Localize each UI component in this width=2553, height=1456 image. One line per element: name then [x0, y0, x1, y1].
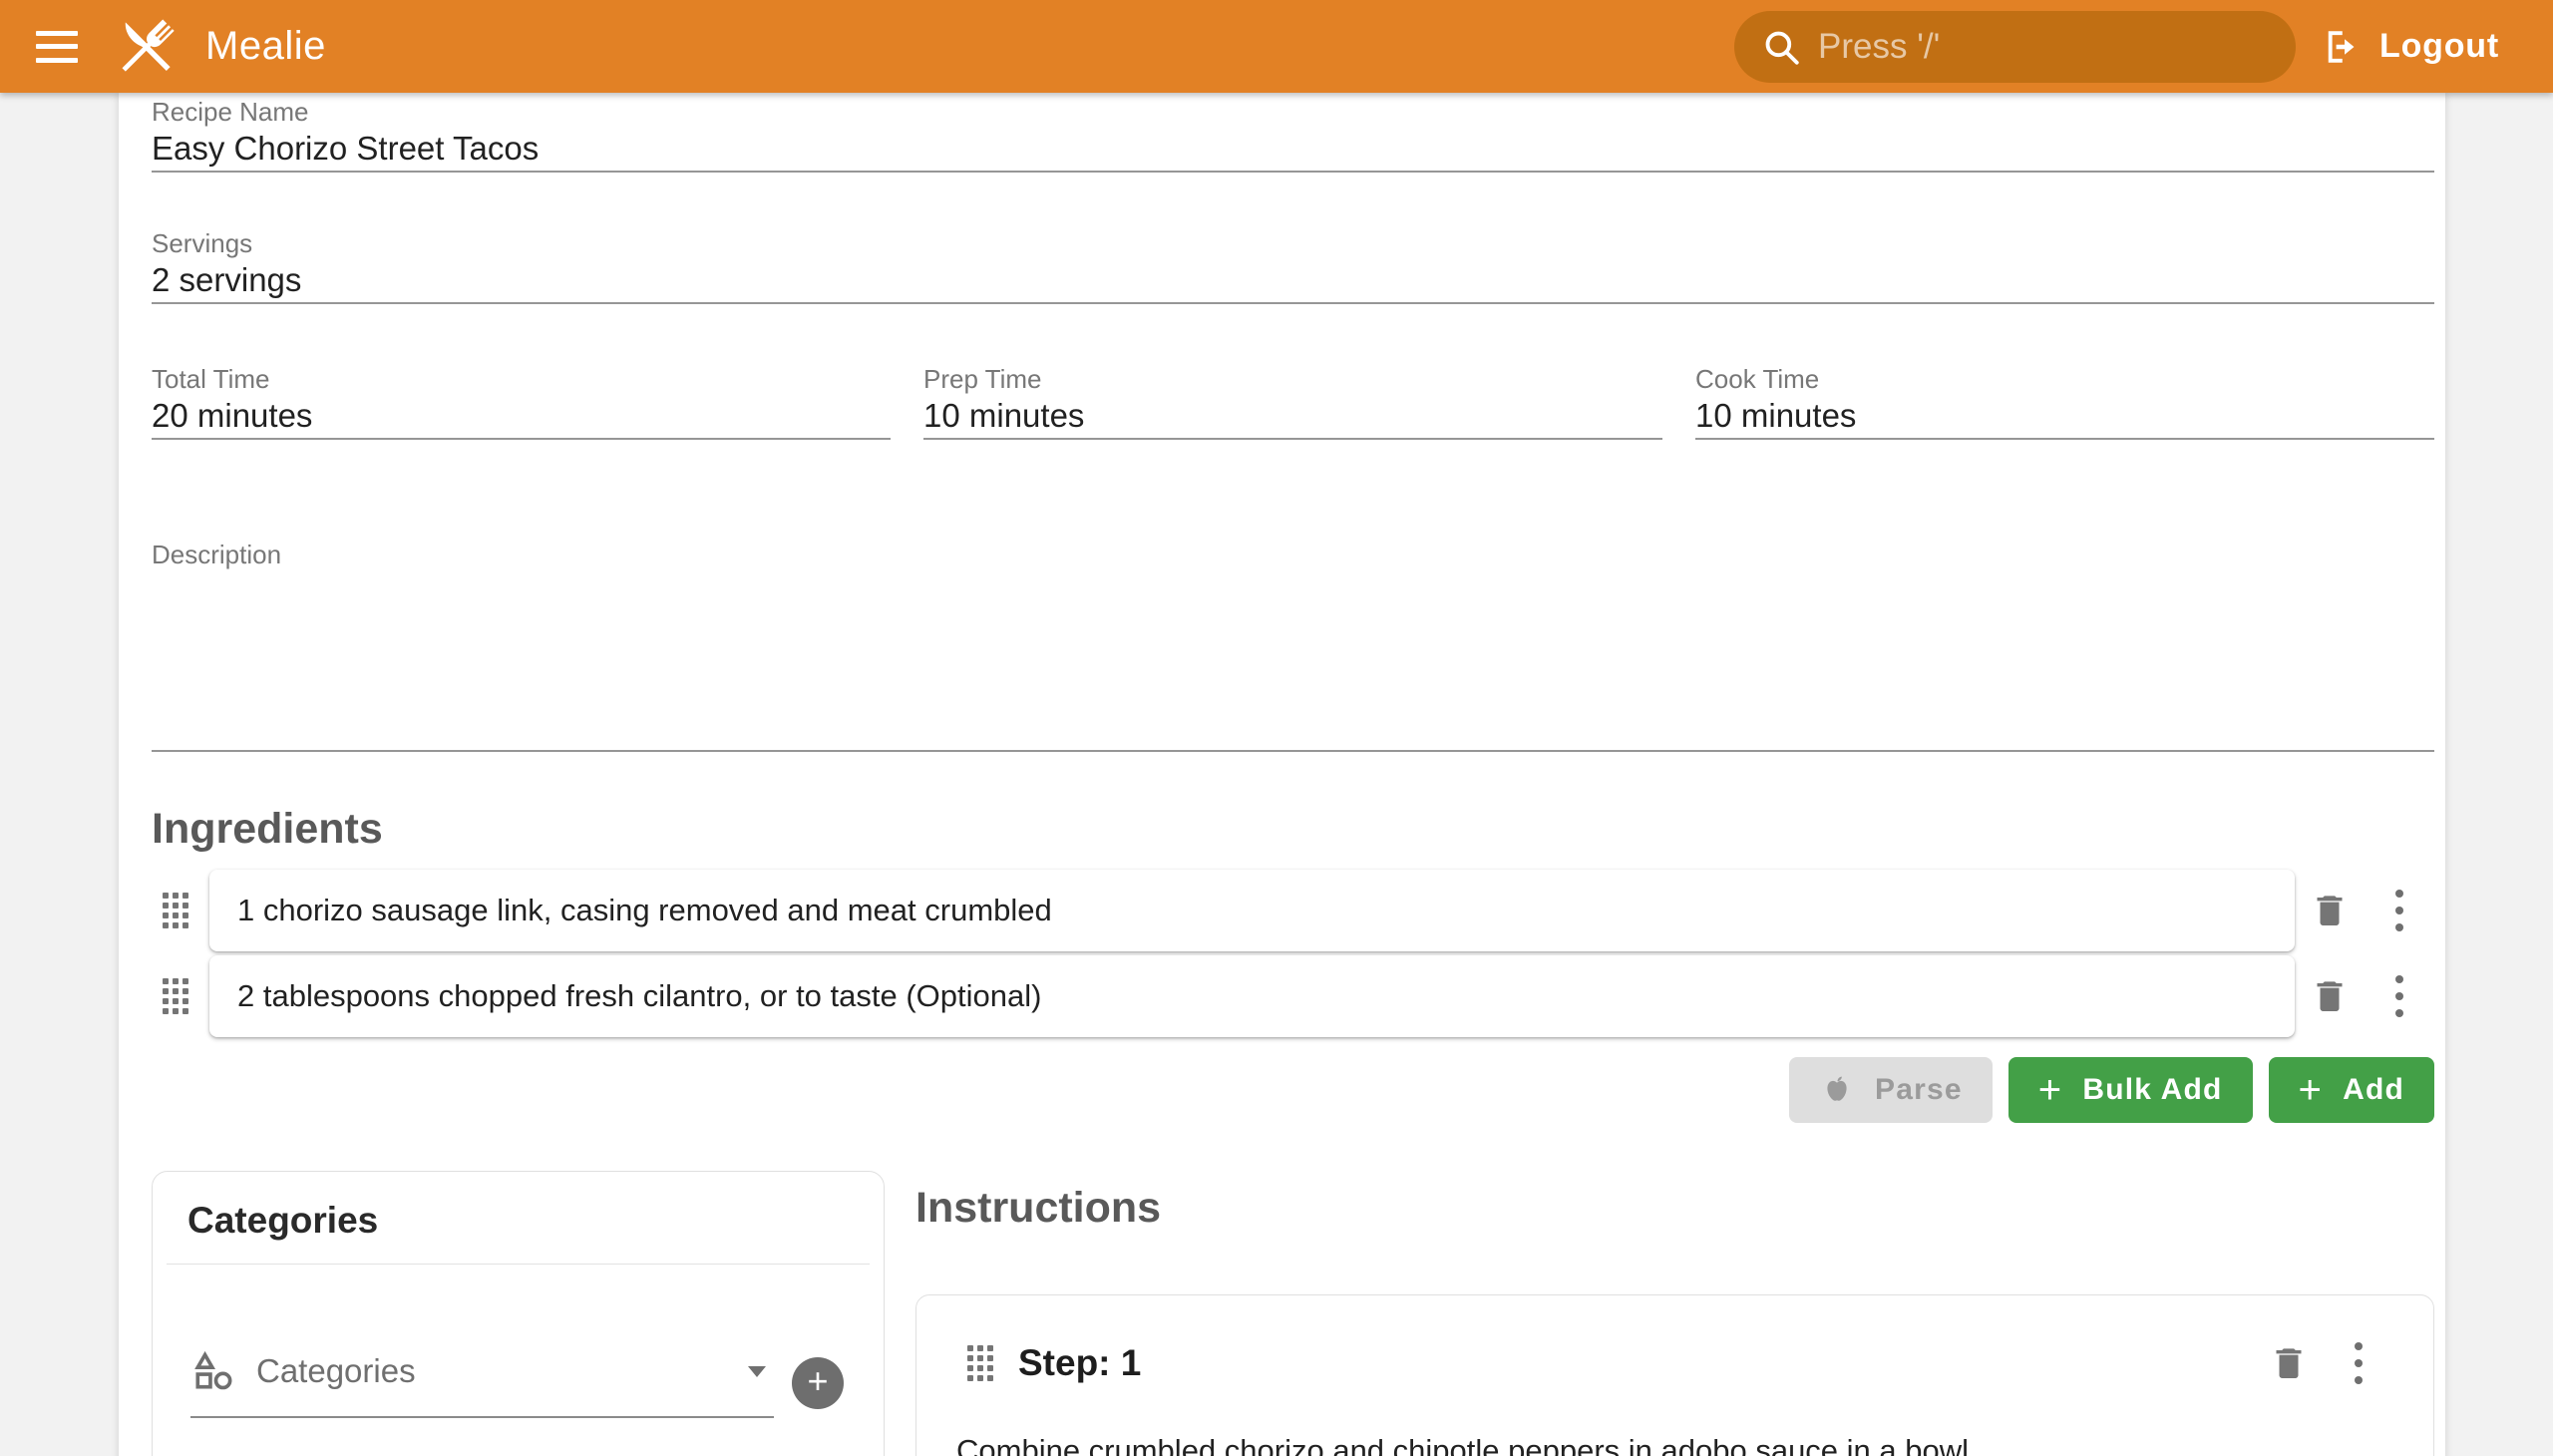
prep-time-field: Prep Time: [923, 364, 1662, 440]
description-input[interactable]: [152, 569, 2434, 750]
cook-time-field: Cook Time: [1695, 364, 2434, 440]
drag-handle-icon[interactable]: [956, 1345, 1004, 1381]
prep-time-input[interactable]: [923, 394, 1662, 438]
app-bar: Mealie Logout: [0, 0, 2553, 93]
drag-handle-icon[interactable]: [152, 893, 199, 928]
cook-time-input[interactable]: [1695, 394, 2434, 438]
logout-label: Logout: [2379, 27, 2499, 66]
ingredient-text-field[interactable]: [209, 870, 2295, 951]
categories-card-title: Categories: [153, 1172, 884, 1264]
kebab-icon: [2355, 1342, 2363, 1384]
step-card: Step: 1 Combine crumbled chorizo and chi…: [915, 1294, 2434, 1456]
bulk-add-label: Bulk Add: [2082, 1073, 2222, 1107]
total-time-input[interactable]: [152, 394, 891, 438]
bulk-add-button[interactable]: + Bulk Add: [2008, 1057, 2253, 1123]
shapes-icon: [190, 1348, 236, 1394]
mealie-logo-icon: [108, 9, 183, 85]
ingredient-menu-button[interactable]: [2365, 876, 2434, 945]
delete-ingredient-button[interactable]: [2295, 961, 2365, 1031]
plus-icon: +: [2299, 1070, 2324, 1110]
recipe-name-input[interactable]: [152, 127, 2434, 171]
kebab-icon: [2395, 975, 2403, 1017]
recipe-name-field: Recipe Name: [152, 97, 2434, 173]
instructions-heading: Instructions: [915, 1183, 2434, 1233]
description-field: Description: [152, 540, 2434, 752]
delete-step-button[interactable]: [2254, 1328, 2324, 1398]
trash-icon: [2310, 976, 2350, 1016]
trash-icon: [2310, 891, 2350, 930]
logout-icon: [2320, 26, 2362, 68]
ingredient-input[interactable]: [237, 893, 2267, 928]
add-label: Add: [2343, 1073, 2404, 1107]
parse-button[interactable]: Parse: [1789, 1057, 1993, 1123]
step-title: Step: 1: [1018, 1342, 2254, 1384]
total-time-field: Total Time: [152, 364, 891, 440]
parse-label: Parse: [1875, 1073, 1963, 1107]
logout-button[interactable]: Logout: [2320, 26, 2499, 68]
categories-select-label: Categories: [256, 1352, 748, 1390]
app-title: Mealie: [205, 24, 326, 69]
recipe-name-label: Recipe Name: [152, 97, 2434, 127]
trash-icon: [2269, 1343, 2309, 1383]
ingredient-actions: Parse + Bulk Add + Add: [152, 1057, 2434, 1123]
search-input[interactable]: [1818, 27, 2270, 67]
search-box[interactable]: [1734, 11, 2296, 83]
total-time-label: Total Time: [152, 364, 891, 394]
cook-time-label: Cook Time: [1695, 364, 2434, 394]
divider: [167, 1264, 870, 1265]
description-label: Description: [152, 540, 2434, 569]
categories-card: Categories Categories +: [152, 1171, 885, 1456]
time-row: Total Time Prep Time Cook Time: [152, 364, 2434, 440]
delete-ingredient-button[interactable]: [2295, 876, 2365, 945]
ingredient-row: [152, 955, 2434, 1037]
ingredient-input[interactable]: [237, 978, 2267, 1014]
ingredient-text-field[interactable]: [209, 955, 2295, 1037]
plus-icon: +: [2038, 1070, 2063, 1110]
apple-icon: [1819, 1072, 1855, 1108]
add-button[interactable]: + Add: [2269, 1057, 2434, 1123]
servings-field: Servings: [152, 228, 2434, 304]
menu-icon[interactable]: [36, 31, 78, 63]
step-text[interactable]: Combine crumbled chorizo and chipotle pe…: [956, 1429, 2393, 1456]
categories-select[interactable]: Categories: [190, 1348, 774, 1418]
chevron-down-icon: [748, 1366, 766, 1377]
ingredients-heading: Ingredients: [152, 804, 2434, 854]
drag-handle-icon[interactable]: [152, 978, 199, 1014]
servings-label: Servings: [152, 228, 2434, 258]
ingredient-row: [152, 870, 2434, 951]
ingredient-list: [152, 870, 2434, 1037]
add-category-button[interactable]: +: [792, 1357, 844, 1409]
step-menu-button[interactable]: [2324, 1328, 2393, 1398]
search-icon: [1760, 26, 1802, 68]
kebab-icon: [2395, 890, 2403, 931]
recipe-editor-card: Recipe Name Servings Total Time Prep Tim…: [119, 93, 2445, 1456]
servings-input[interactable]: [152, 258, 2434, 302]
ingredient-menu-button[interactable]: [2365, 961, 2434, 1031]
prep-time-label: Prep Time: [923, 364, 1662, 394]
